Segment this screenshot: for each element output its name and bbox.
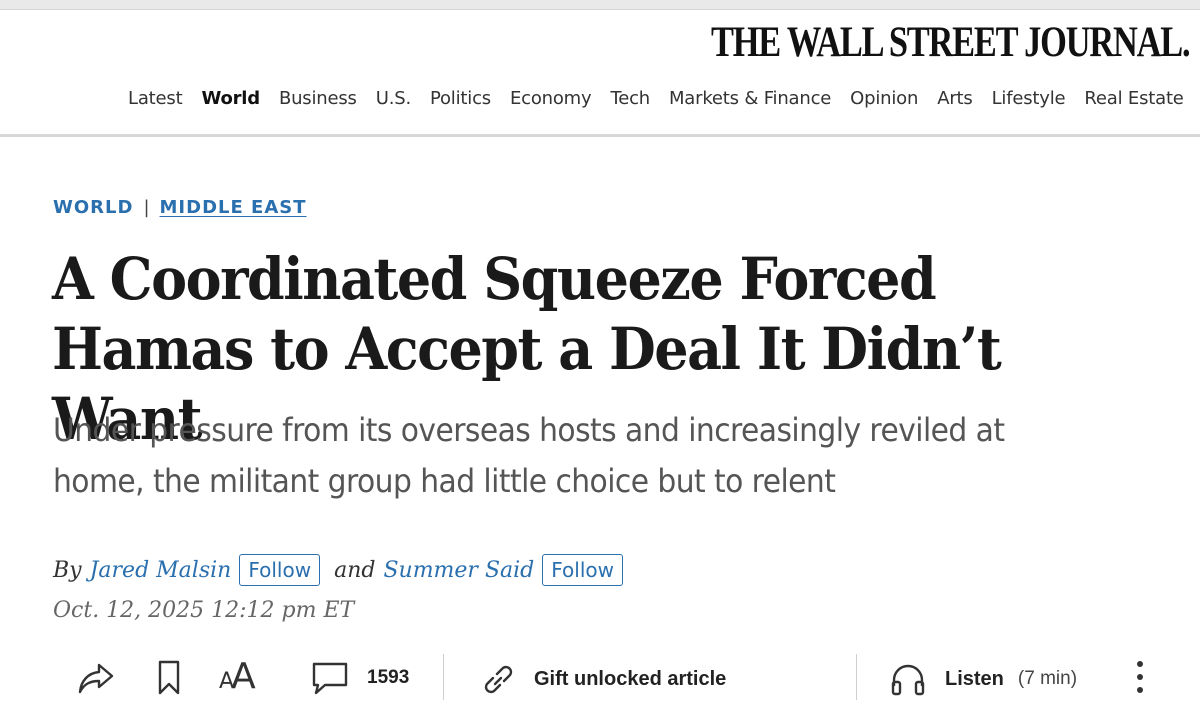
nav-item-arts[interactable]: Arts (937, 88, 973, 116)
toolbar-divider (856, 654, 857, 700)
listen-duration: (7 min) (1017, 668, 1078, 689)
nav-item-politics[interactable]: Politics (430, 88, 491, 116)
gift-article-label: Gift unlocked article (534, 667, 727, 690)
share-button[interactable] (76, 660, 116, 696)
masthead-logo[interactable]: THE WALL STREET JOURNAL. (711, 20, 1191, 66)
nav-item-real-estate[interactable]: Real Estate (1084, 88, 1183, 116)
kicker-separator: | (143, 197, 150, 218)
section-nav: Latest World Business U.S. Politics Econ… (128, 88, 1184, 116)
byline-and: and (334, 557, 376, 583)
follow-button-jared-malsin[interactable]: Follow (239, 554, 321, 586)
article-timestamp: Oct. 12, 2025 12:12 pm ET (53, 598, 355, 623)
toolbar-divider (443, 654, 444, 700)
comment-count: 1593 (367, 667, 410, 688)
author-link-summer-said[interactable]: Summer Said (383, 558, 534, 583)
more-vertical-icon (1128, 656, 1152, 700)
headphones-icon (888, 660, 928, 698)
section-link-middle-east[interactable]: MIDDLE EAST (160, 197, 307, 218)
article-kicker: WORLD | MIDDLE EAST (53, 197, 307, 218)
comment-icon (310, 660, 350, 696)
nav-item-business[interactable]: Business (279, 88, 357, 116)
section-link-world[interactable]: WORLD (53, 197, 133, 218)
byline: By Jared Malsin Follow and Summer Said F… (53, 552, 623, 588)
listen-label: Listen (945, 667, 1004, 690)
bookmark-icon (157, 659, 181, 697)
nav-divider (0, 134, 1200, 137)
nav-item-world[interactable]: World (201, 88, 260, 116)
more-options-button[interactable] (1128, 656, 1152, 700)
nav-item-markets-finance[interactable]: Markets & Finance (669, 88, 831, 116)
article-dek: Under pressure from its overseas hosts a… (53, 411, 1005, 500)
nav-item-us[interactable]: U.S. (376, 88, 411, 116)
comments-button[interactable]: 1593 (310, 660, 409, 696)
byline-by: By (53, 557, 82, 583)
nav-item-opinion[interactable]: Opinion (850, 88, 918, 116)
text-size-icon: AA (219, 656, 256, 697)
article-toolbar: AA 1593 Gift unlocked article Listen (7 … (0, 648, 1200, 708)
nav-item-tech[interactable]: Tech (610, 88, 650, 116)
nav-item-lifestyle[interactable]: Lifestyle (992, 88, 1066, 116)
gift-article-button[interactable]: Gift unlocked article (478, 660, 726, 698)
nav-item-latest[interactable]: Latest (128, 88, 183, 116)
listen-button[interactable]: Listen (7 min) (888, 660, 1077, 698)
browser-top-strip (0, 0, 1200, 10)
link-icon (478, 660, 518, 698)
text-size-button[interactable]: AA (219, 657, 256, 697)
follow-button-summer-said[interactable]: Follow (542, 554, 623, 586)
share-icon (76, 660, 116, 696)
nav-item-economy[interactable]: Economy (510, 88, 592, 116)
author-link-jared-malsin[interactable]: Jared Malsin (90, 558, 232, 583)
bookmark-button[interactable] (157, 659, 181, 697)
